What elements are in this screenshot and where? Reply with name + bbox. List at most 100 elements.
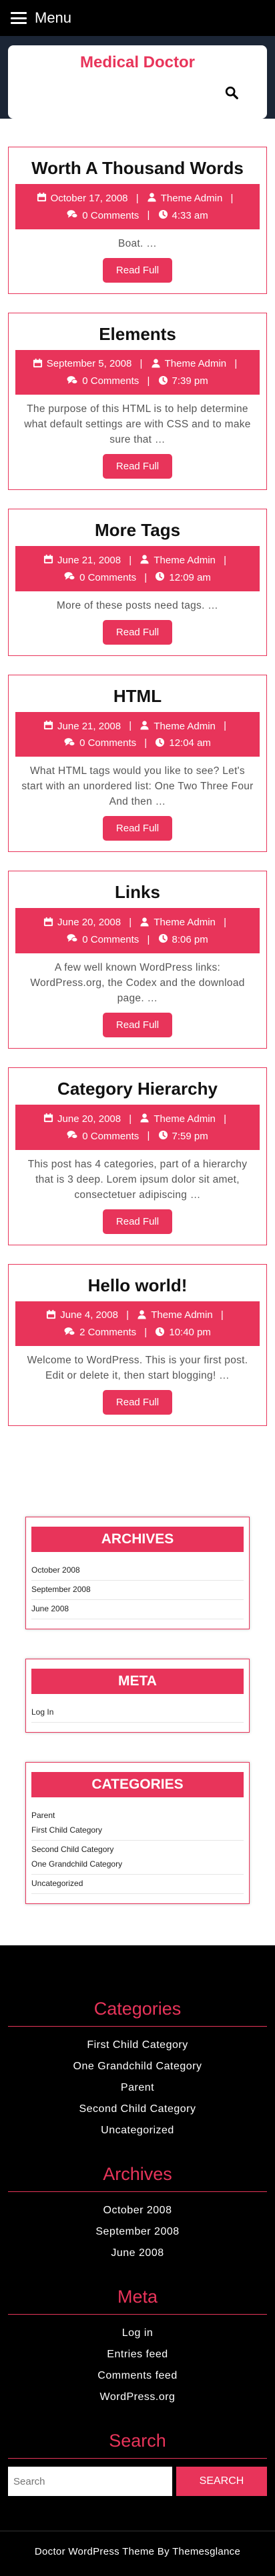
meta-separator: |	[135, 192, 139, 204]
post-title[interactable]: Elements	[15, 324, 260, 345]
post-title[interactable]: Links	[15, 882, 260, 903]
read-full-button[interactable]: Read Full	[102, 257, 173, 283]
post-comments[interactable]: 0 Comments	[64, 569, 136, 586]
post-comments[interactable]: 0 Comments	[67, 373, 139, 390]
post-author[interactable]: Theme Admin	[137, 1307, 213, 1324]
search-input[interactable]	[8, 2467, 172, 2497]
post-date[interactable]: June 20, 2008	[43, 1110, 121, 1127]
post-comments-label: 0 Comments	[79, 571, 137, 583]
read-full-button[interactable]: Read Full	[102, 1209, 173, 1234]
post-time: 10:40 pm	[155, 1324, 211, 1341]
footer-archive-link[interactable]: June 2008	[8, 2243, 267, 2264]
calendar-icon	[47, 1309, 56, 1319]
post-card: More Tags June 21, 2008 | Theme Admin | …	[8, 509, 267, 656]
meta-separator: |	[220, 1309, 224, 1321]
post-comments[interactable]: 0 Comments	[67, 207, 139, 224]
post-author[interactable]: Theme Admin	[151, 355, 226, 373]
archive-link[interactable]: October 2008	[31, 1561, 244, 1581]
footer-search-widget: Search SEARCH	[8, 2431, 267, 2497]
post-date-label: June 4, 2008	[60, 1309, 118, 1321]
post-author[interactable]: Theme Admin	[140, 1110, 216, 1127]
read-full-button[interactable]: Read Full	[102, 619, 173, 645]
category-link[interactable]: Uncategorized	[31, 1875, 244, 1895]
footer-credit[interactable]: Doctor WordPress Theme By Themesglance	[0, 2531, 275, 2576]
meta-separator: |	[224, 1113, 226, 1125]
footer-search-title: Search	[8, 2431, 267, 2459]
post-date[interactable]: June 21, 2008	[43, 551, 121, 569]
clock-icon	[156, 1327, 165, 1336]
read-full-button[interactable]: Read Full	[102, 454, 173, 479]
category-link[interactable]: Parent	[31, 1807, 244, 1821]
post-meta: September 5, 2008 | Theme Admin | 0 Comm…	[15, 349, 260, 395]
user-icon	[152, 359, 160, 368]
post-comments[interactable]: 0 Comments	[67, 1127, 139, 1145]
post-excerpt: The purpose of this HTML is to help dete…	[24, 403, 251, 446]
footer-category-link[interactable]: Parent	[8, 2077, 267, 2099]
post-card: Worth A Thousand Words October 17, 2008 …	[8, 147, 267, 294]
post-date[interactable]: June 21, 2008	[43, 717, 121, 735]
post-author[interactable]: Theme Admin	[140, 717, 216, 735]
header-area: Medical Doctor	[0, 36, 275, 119]
meta-separator: |	[224, 916, 226, 928]
search-icon[interactable]	[224, 85, 239, 100]
post-comments[interactable]: 0 Comments	[64, 735, 136, 752]
search-button[interactable]: SEARCH	[176, 2467, 267, 2497]
footer-category-link[interactable]: Second Child Category	[8, 2099, 267, 2120]
footer-category-link[interactable]: Uncategorized	[8, 2120, 267, 2141]
post-comments-label: 0 Comments	[82, 209, 140, 221]
comments-icon	[64, 1327, 75, 1335]
archives-widget-title: ARCHIVES	[31, 1527, 244, 1553]
post-author[interactable]: Theme Admin	[147, 189, 222, 207]
post-date-label: June 21, 2008	[57, 554, 121, 566]
clock-icon	[156, 737, 165, 747]
post-comments[interactable]: 0 Comments	[67, 931, 139, 948]
post-title[interactable]: Category Hierarchy	[15, 1079, 260, 1099]
post-author[interactable]: Theme Admin	[140, 914, 216, 931]
read-full-button[interactable]: Read Full	[102, 1012, 173, 1037]
archive-link[interactable]: September 2008	[31, 1581, 244, 1601]
hamburger-menu-icon[interactable]	[11, 12, 27, 24]
footer-archives-title: Archives	[8, 2164, 267, 2193]
category-link[interactable]: One Grandchild Category	[31, 1855, 244, 1875]
user-icon	[138, 1310, 146, 1319]
post-comments-label: 0 Comments	[82, 1130, 140, 1142]
comments-icon	[67, 375, 78, 384]
site-title[interactable]: Medical Doctor	[8, 53, 267, 72]
category-link[interactable]: Second Child Category	[31, 1841, 244, 1855]
post-title[interactable]: HTML	[15, 686, 260, 707]
post-author[interactable]: Theme Admin	[140, 551, 216, 569]
meta-separator: |	[147, 209, 150, 221]
footer-archives-widget: Archives October 2008 September 2008 June …	[8, 2164, 267, 2264]
calendar-icon	[43, 917, 53, 926]
footer-category-link[interactable]: First Child Category	[8, 2035, 267, 2056]
post-title[interactable]: Hello world!	[15, 1275, 260, 1296]
category-link[interactable]: First Child Category	[31, 1821, 244, 1841]
post-date[interactable]: September 5, 2008	[33, 355, 131, 373]
post-date[interactable]: October 17, 2008	[37, 189, 128, 207]
post-card: HTML June 21, 2008 | Theme Admin | 0 Com…	[8, 674, 267, 853]
footer-meta-link[interactable]: Comments feed	[8, 2365, 267, 2387]
footer-meta-link[interactable]: WordPress.org	[8, 2387, 267, 2408]
post-date-label: June 21, 2008	[57, 720, 121, 732]
post-time-label: 10:40 pm	[169, 1327, 211, 1339]
post-card: Elements September 5, 2008 | Theme Admin…	[8, 312, 267, 491]
meta-link[interactable]: Log In	[31, 1703, 244, 1723]
post-title[interactable]: More Tags	[15, 520, 260, 541]
post-date[interactable]: June 20, 2008	[43, 914, 121, 931]
footer-category-link[interactable]: One Grandchild Category	[8, 2056, 267, 2077]
post-date[interactable]: June 4, 2008	[46, 1307, 118, 1324]
footer-categories-list: First Child Category One Grandchild Categ…	[8, 2035, 267, 2141]
footer-meta-link[interactable]: Log in	[8, 2323, 267, 2344]
footer-archive-link[interactable]: October 2008	[8, 2200, 267, 2221]
read-full-button[interactable]: Read Full	[102, 816, 173, 841]
menu-toggle-label[interactable]: Menu	[35, 9, 71, 27]
footer-meta-link[interactable]: Entries feed	[8, 2344, 267, 2365]
read-full-button[interactable]: Read Full	[102, 1390, 173, 1415]
archive-link[interactable]: June 2008	[31, 1600, 244, 1620]
post-title[interactable]: Worth A Thousand Words	[15, 158, 260, 179]
footer-categories-title: Categories	[8, 1999, 267, 2027]
comments-icon	[67, 1131, 78, 1139]
footer-archive-link[interactable]: September 2008	[8, 2221, 267, 2243]
post-comments[interactable]: 2 Comments	[64, 1324, 136, 1341]
post-author-label: Theme Admin	[154, 554, 216, 566]
